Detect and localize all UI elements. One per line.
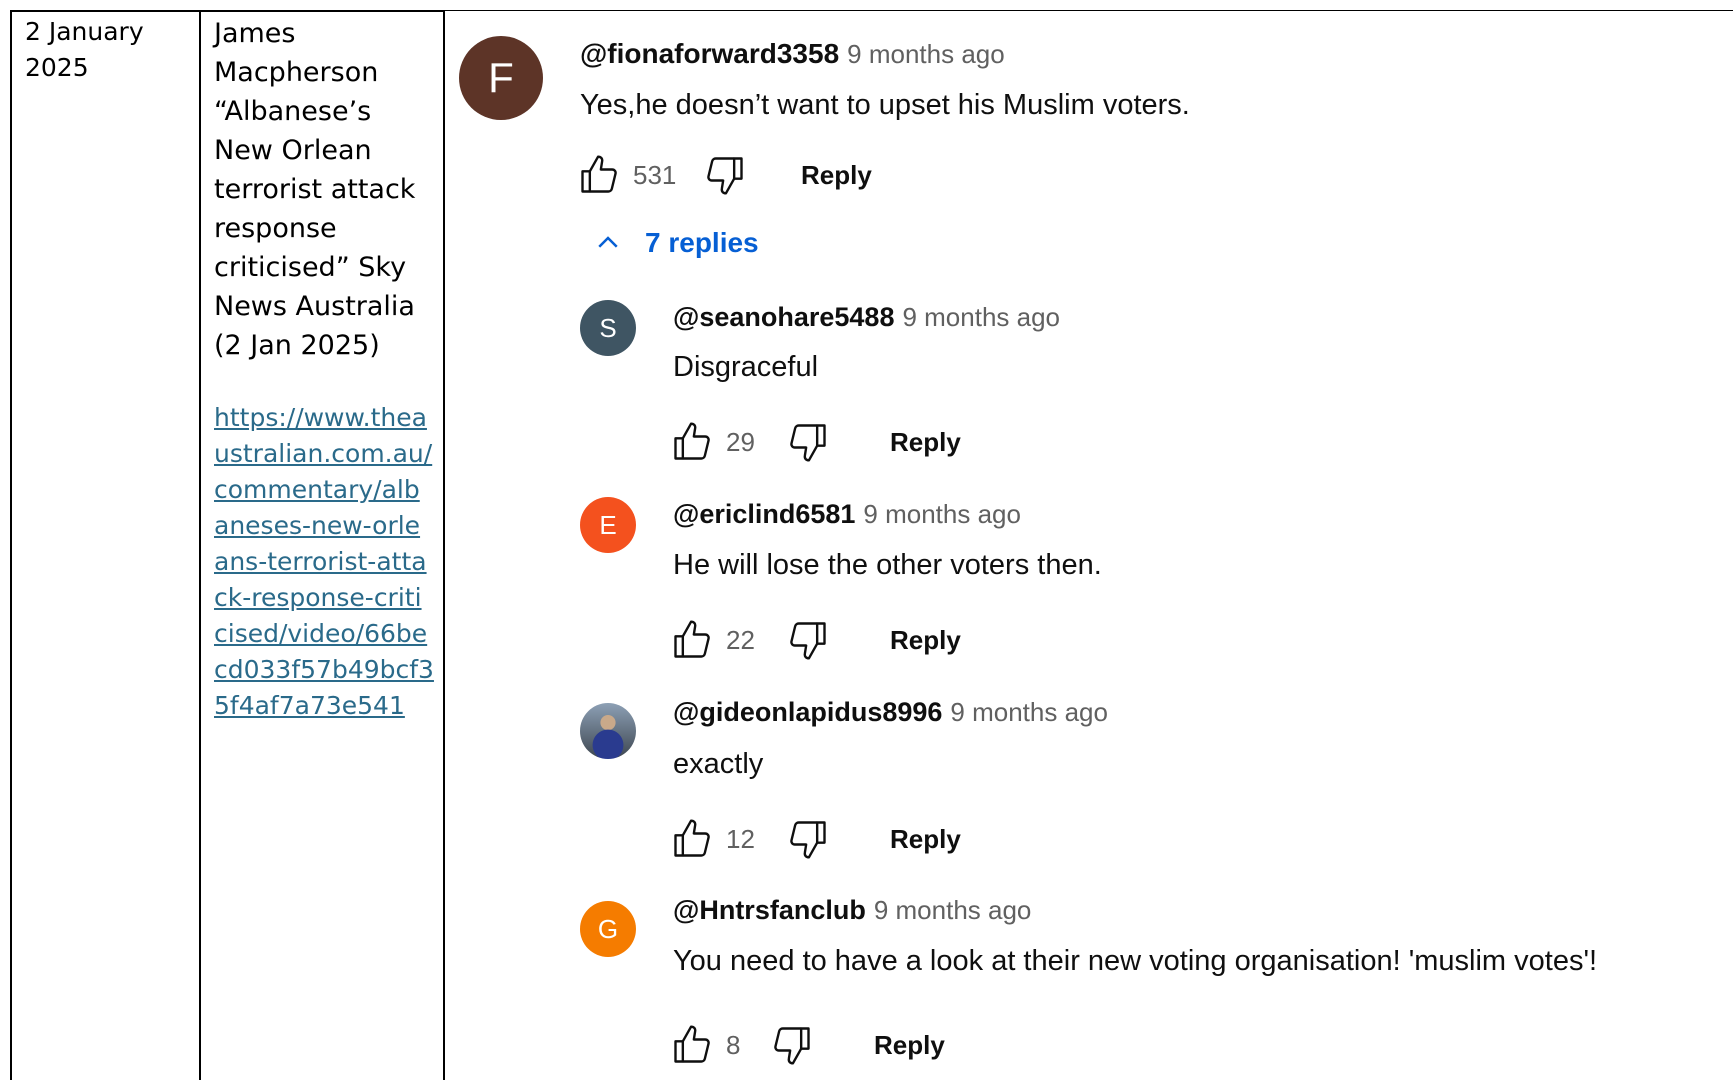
author-handle: @Hntrsfanclub (673, 895, 866, 925)
reply-button[interactable]: Reply (801, 160, 872, 191)
comment-thread: F @fionaforward3358 9 months ago Yes,he d… (445, 11, 1733, 1080)
reply-timestamp: 9 months ago (863, 499, 1021, 529)
table-border-top-left (10, 10, 445, 12)
thumbs-down-icon[interactable] (786, 420, 830, 464)
reply-button[interactable]: Reply (874, 1030, 945, 1061)
thumbs-down-icon[interactable] (770, 1023, 814, 1067)
reply-author[interactable]: @Hntrsfanclub 9 months ago (673, 895, 1031, 926)
avatar[interactable]: S (580, 300, 636, 356)
table-column-divider-1 (199, 10, 201, 1080)
reply-author[interactable]: @ericlind6581 9 months ago (673, 499, 1021, 530)
thumbs-down-icon[interactable] (703, 153, 747, 197)
like-count: 29 (726, 426, 755, 457)
reply-timestamp: 9 months ago (902, 302, 1061, 332)
reply-text: He will lose the other voters then. (673, 549, 1102, 581)
author-handle: @ericlind6581 (673, 499, 856, 529)
comment-author[interactable]: @fionaforward3358 9 months ago (580, 38, 1005, 70)
thumbs-up-icon[interactable] (670, 420, 714, 464)
thumbs-down-icon[interactable] (786, 618, 830, 662)
comment-text: Yes,he doesn’t want to upset his Muslim … (580, 89, 1190, 121)
reply-actions: 29 Reply (670, 420, 961, 464)
reply-button[interactable]: Reply (890, 625, 961, 656)
reply-text: exactly (673, 748, 764, 780)
reply-actions: 8 Reply (670, 1023, 945, 1067)
like-count: 531 (633, 159, 677, 190)
table-border-left (10, 10, 12, 1080)
like-count: 12 (726, 823, 755, 854)
date-cell: 2 January 2025 (25, 17, 144, 82)
thumbs-up-icon[interactable] (670, 618, 714, 662)
replies-toggle-button[interactable]: 7 replies (593, 227, 759, 259)
reply-text: Disgraceful (673, 351, 819, 383)
author-handle: @seanohare5488 (673, 302, 895, 332)
avatar-letter: E (599, 509, 617, 540)
author-handle: @gideonlapidus8996 (673, 697, 943, 727)
reply-actions: 22 Reply (670, 618, 961, 662)
avatar[interactable]: E (580, 497, 636, 553)
reply-button[interactable]: Reply (890, 824, 961, 855)
comment-timestamp: 9 months ago (847, 39, 1005, 69)
reply-actions: 12 Reply (670, 817, 961, 861)
avatar[interactable]: F (459, 36, 543, 120)
thumbs-down-icon[interactable] (786, 817, 830, 861)
reply-text: You need to have a look at their new vot… (673, 945, 1598, 977)
reply-author[interactable]: @seanohare5488 9 months ago (673, 302, 1060, 333)
reply-timestamp: 9 months ago (950, 697, 1108, 727)
thumbs-up-icon[interactable] (577, 153, 621, 197)
replies-count-label: 7 replies (645, 227, 759, 258)
avatar-letter: F (488, 54, 514, 101)
avatar-letter: S (599, 312, 617, 343)
source-cell: James Macpherson “Albanese’s New Orlean … (214, 18, 416, 361)
thumbs-up-icon[interactable] (670, 817, 714, 861)
reply-timestamp: 9 months ago (873, 895, 1032, 925)
avatar-letter: G (597, 913, 619, 944)
avatar[interactable]: G (580, 901, 636, 957)
like-count: 22 (726, 624, 755, 655)
source-link[interactable]: https://www.theaustralian.com.au/comment… (214, 400, 434, 724)
chevron-up-icon (593, 228, 623, 258)
reply-button[interactable]: Reply (890, 427, 961, 458)
reply-author[interactable]: @gideonlapidus8996 9 months ago (673, 697, 1108, 728)
author-handle: @fionaforward3358 (580, 38, 840, 69)
thumbs-up-icon[interactable] (670, 1023, 714, 1067)
avatar[interactable] (580, 703, 636, 759)
like-count: 8 (726, 1029, 741, 1060)
comment-actions: 531 Reply (577, 153, 872, 197)
